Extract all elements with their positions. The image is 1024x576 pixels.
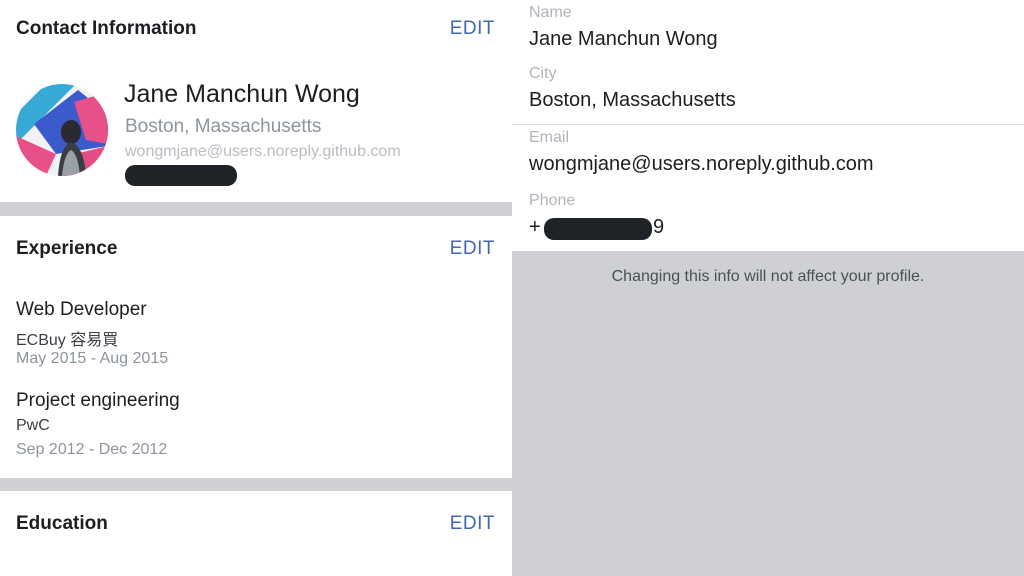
education-section-title: Education [16, 513, 108, 534]
email-field[interactable]: Email wongmjane@users.noreply.github.com [512, 125, 1024, 189]
job-title: Project engineering [16, 390, 180, 411]
phone-suffix: 9 [653, 216, 665, 238]
field-label: Phone [529, 192, 576, 209]
contact-name: Jane Manchun Wong [124, 80, 360, 108]
profile-photo-icon [16, 84, 108, 176]
job-company: ECBuy 容易買 [16, 332, 119, 349]
field-label: City [529, 65, 557, 82]
avatar[interactable] [16, 84, 108, 176]
city-field[interactable]: City Boston, Massachusetts [512, 61, 1024, 125]
name-field[interactable]: Name Jane Manchun Wong [512, 0, 1024, 64]
contact-edit-button[interactable]: EDIT [450, 18, 495, 40]
redacted-phone [125, 165, 237, 186]
contact-location: Boston, Massachusetts [125, 116, 322, 137]
field-label: Email [529, 129, 570, 146]
profile-panel: Contact Information EDIT Jane Manchun Wo… [0, 0, 512, 576]
info-note: Changing this info will not affect your … [611, 268, 925, 285]
edit-contact-form: Name Jane Manchun Wong City Boston, Mass… [512, 0, 1024, 576]
education-card: Education EDIT [0, 491, 512, 576]
field-value: Boston, Massachusetts [529, 89, 736, 111]
job-company: PwC [16, 417, 50, 434]
field-value: wongmjane@users.noreply.github.com [529, 153, 874, 175]
redacted-phone-number [544, 218, 652, 240]
field-value: Jane Manchun Wong [529, 28, 718, 50]
phone-field[interactable]: Phone + 9 [512, 188, 1024, 251]
contact-card: Contact Information EDIT Jane Manchun Wo… [0, 0, 512, 202]
phone-prefix: + [529, 216, 541, 238]
field-label: Name [529, 4, 572, 21]
experience-section-title: Experience [16, 238, 118, 259]
contact-email: wongmjane@users.noreply.github.com [125, 143, 401, 160]
job-dates: Sep 2012 - Dec 2012 [16, 441, 168, 458]
experience-edit-button[interactable]: EDIT [450, 238, 495, 260]
job-title: Web Developer [16, 299, 147, 320]
education-edit-button[interactable]: EDIT [450, 513, 495, 535]
contact-section-title: Contact Information [16, 18, 197, 39]
experience-card: Experience EDIT Web Developer ECBuy 容易買 … [0, 216, 512, 478]
job-dates: May 2015 - Aug 2015 [16, 350, 169, 367]
